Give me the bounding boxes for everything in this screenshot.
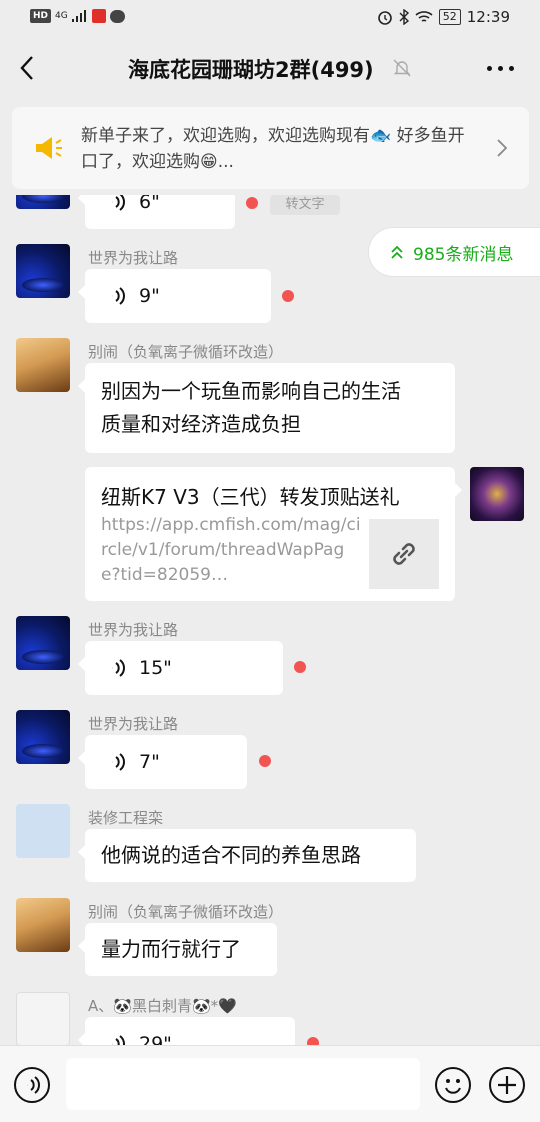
link-card-message[interactable]: 纽斯K7 V3（三代）转发顶贴送礼 https://app.cmfish.com…: [85, 467, 462, 601]
back-arrow-icon[interactable]: [16, 54, 40, 82]
hd-badge: HD: [30, 9, 52, 23]
message-text-line: 别因为一个玩鱼而影响自己的生活: [101, 379, 401, 403]
unread-dot: [246, 197, 258, 209]
wifi-icon: [415, 11, 433, 22]
sender-name: A、🐼黑白刺青🐼*🖤: [88, 997, 237, 1015]
more-actions-button[interactable]: [489, 1067, 525, 1103]
voice-message[interactable]: 15": [78, 641, 283, 695]
sender-name: 别闹（负氧离子微循环改造）: [88, 343, 284, 361]
sender-name: 世界为我让路: [88, 715, 179, 733]
unread-dot: [282, 290, 294, 302]
voice-wave-icon: [112, 1035, 125, 1045]
avatar[interactable]: [16, 710, 70, 764]
signal-icon: [71, 10, 86, 22]
avatar[interactable]: [16, 338, 70, 392]
voice-duration: 15": [139, 656, 172, 679]
voice-wave-icon: [112, 195, 125, 211]
voice-duration: 9": [139, 284, 160, 307]
double-chevron-up-icon: [391, 245, 403, 259]
voice-duration: 6": [139, 195, 160, 213]
self-avatar[interactable]: [470, 467, 524, 521]
voice-duration: 7": [139, 750, 160, 773]
voice-wave-icon: [112, 287, 125, 305]
clock: 12:39: [466, 8, 510, 26]
smiley-icon: [445, 1079, 461, 1094]
app-notification-icon: [91, 9, 106, 23]
voice-message[interactable]: 9": [78, 269, 271, 323]
sender-name: 别闹（负氧离子微循环改造）: [88, 903, 284, 921]
link-thumbnail: [369, 519, 439, 589]
message-list[interactable]: 6" 转文字 世界为我让路 9" 别闹（负氧离子微循环改造） 别因为一个玩鱼而影…: [0, 195, 540, 1045]
chat-header: 海底花园珊瑚坊2群(499): [0, 36, 540, 100]
avatar[interactable]: [16, 898, 70, 952]
voice-wave-icon: [27, 1076, 40, 1094]
input-bar: [0, 1045, 540, 1122]
avatar[interactable]: [16, 804, 70, 858]
avatar[interactable]: [16, 195, 70, 209]
text-message[interactable]: 量力而行就行了: [78, 923, 277, 976]
avatar[interactable]: [16, 616, 70, 670]
new-messages-button[interactable]: 985条新消息: [368, 227, 540, 277]
voice-wave-icon: [112, 659, 125, 677]
link-icon: [393, 543, 415, 565]
bluetooth-icon: [399, 9, 409, 25]
voice-duration: 29": [139, 1032, 172, 1046]
avatar[interactable]: [16, 244, 70, 298]
sender-name: 世界为我让路: [88, 621, 179, 639]
unread-dot: [307, 1037, 319, 1045]
voice-message[interactable]: 7": [78, 735, 247, 789]
text-message[interactable]: 别因为一个玩鱼而影响自己的生活 质量和对经济造成负担: [78, 363, 455, 453]
unread-dot: [259, 755, 271, 767]
voice-wave-icon: [112, 753, 125, 771]
chat-notification-icon: [109, 9, 125, 23]
voice-message[interactable]: 29": [78, 1017, 295, 1046]
megaphone-icon: [36, 137, 62, 159]
unread-dot: [294, 661, 306, 673]
more-options-button[interactable]: [487, 66, 514, 71]
sender-name: 世界为我让路: [88, 249, 179, 267]
alarm-icon: [377, 11, 392, 25]
link-url: https://app.cmfish.com/mag/circle/v1/for…: [101, 515, 361, 585]
message-text-line: 质量和对经济造成负担: [101, 412, 301, 436]
sender-name: 装修工程栾: [88, 809, 164, 827]
status-bar: HD 4G 52 12:39: [0, 0, 540, 36]
convert-to-text-tag[interactable]: 转文字: [270, 195, 340, 215]
announcement-text: 新单子来了，欢迎选购，欢迎选购现有🐟 好多鱼开口了，欢迎选购😁...: [81, 126, 465, 172]
group-announcement[interactable]: 新单子来了，欢迎选购，欢迎选购现有🐟 好多鱼开口了，欢迎选购😁...: [12, 107, 529, 189]
message-text-line: 他俩说的适合不同的养鱼思路: [101, 843, 361, 867]
emoji-button[interactable]: [435, 1067, 471, 1103]
battery-indicator: 52: [438, 9, 461, 25]
network-label: 4G: [55, 11, 68, 21]
message-text-line: 量力而行就行了: [101, 937, 241, 961]
chevron-right-icon: [497, 139, 507, 157]
voice-message[interactable]: 6": [78, 195, 235, 229]
chat-title: 海底花园珊瑚坊2群(499): [128, 58, 374, 82]
avatar[interactable]: [16, 992, 70, 1045]
muted-bell-icon: [393, 59, 411, 77]
new-messages-label: 985条新消息: [413, 244, 514, 265]
message-input[interactable]: [66, 1058, 420, 1110]
link-title: 纽斯K7 V3（三代）转发顶贴送礼: [101, 485, 400, 509]
text-message[interactable]: 他俩说的适合不同的养鱼思路: [78, 829, 416, 882]
voice-input-button[interactable]: [14, 1067, 50, 1103]
plus-icon: [498, 1076, 516, 1094]
